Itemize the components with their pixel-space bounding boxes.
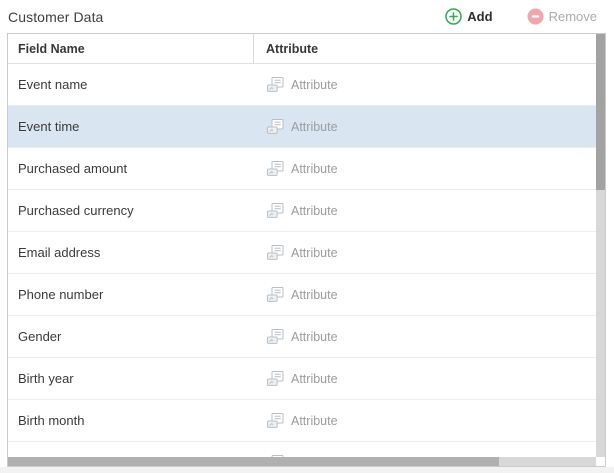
attribute-cards-icon bbox=[267, 77, 284, 92]
field-name-label: Event time bbox=[18, 119, 79, 134]
attribute-label: Attribute bbox=[291, 78, 338, 92]
field-name-cell: Phone number bbox=[8, 287, 254, 302]
page-bottom-strip bbox=[0, 467, 614, 473]
column-header-attribute: Attribute bbox=[254, 42, 318, 56]
field-name-label: Gender bbox=[18, 329, 61, 344]
field-name-label: Event name bbox=[18, 77, 87, 92]
attribute-cell: Attribute bbox=[254, 203, 338, 218]
horizontal-scrollbar[interactable] bbox=[8, 457, 598, 466]
attribute-cards-icon bbox=[267, 119, 284, 134]
field-name-cell: Purchased currency bbox=[8, 203, 254, 218]
table-row[interactable]: Birth month Attribute bbox=[8, 400, 596, 442]
field-name-cell: Event name bbox=[8, 77, 254, 92]
remove-button[interactable]: Remove bbox=[527, 8, 597, 25]
table-row[interactable]: Purchased currency Attribute bbox=[8, 190, 596, 232]
vertical-scrollbar[interactable] bbox=[596, 34, 605, 457]
field-name-label: Birth year bbox=[18, 371, 74, 386]
field-name-cell: Birth month bbox=[8, 413, 254, 428]
attribute-cards-icon bbox=[267, 287, 284, 302]
field-name-label: Birth month bbox=[18, 413, 84, 428]
minus-circle-icon bbox=[527, 8, 544, 25]
attribute-cell: Attribute bbox=[254, 413, 338, 428]
table-row[interactable]: Event name Attribute bbox=[8, 64, 596, 106]
attribute-cell: Attribute bbox=[254, 371, 338, 386]
attribute-cell: Attribute bbox=[254, 161, 338, 176]
table-row[interactable]: Birth day Attribute bbox=[8, 442, 596, 457]
toolbar: Customer Data Add Remove bbox=[0, 0, 614, 33]
attribute-cards-icon bbox=[267, 329, 284, 344]
attribute-cell: Attribute bbox=[254, 329, 338, 344]
attribute-label: Attribute bbox=[291, 288, 338, 302]
remove-button-label: Remove bbox=[549, 9, 597, 24]
attribute-cards-icon bbox=[267, 203, 284, 218]
attribute-cell: Attribute bbox=[254, 77, 338, 92]
field-name-label: Email address bbox=[18, 245, 100, 260]
field-name-cell: Gender bbox=[8, 329, 254, 344]
add-button-label: Add bbox=[467, 9, 492, 24]
table-row[interactable]: Phone number Attribute bbox=[8, 274, 596, 316]
table-row[interactable]: Email address Attribute bbox=[8, 232, 596, 274]
field-name-label: Purchased amount bbox=[18, 161, 127, 176]
customer-data-table: Field Name Attribute Event name Attribut… bbox=[7, 33, 606, 467]
vertical-scrollbar-thumb[interactable] bbox=[596, 34, 605, 190]
attribute-label: Attribute bbox=[291, 162, 338, 176]
attribute-cell: Attribute bbox=[254, 287, 338, 302]
attribute-cards-icon bbox=[267, 161, 284, 176]
page-title: Customer Data bbox=[8, 9, 103, 25]
attribute-cell: Attribute bbox=[254, 245, 338, 260]
attribute-cell: Attribute bbox=[254, 119, 338, 134]
attribute-label: Attribute bbox=[291, 204, 338, 218]
field-name-cell: Birth year bbox=[8, 371, 254, 386]
table-row[interactable]: Purchased amount Attribute bbox=[8, 148, 596, 190]
attribute-label: Attribute bbox=[291, 330, 338, 344]
field-name-cell: Event time bbox=[8, 119, 254, 134]
attribute-label: Attribute bbox=[291, 120, 338, 134]
table-row[interactable]: Gender Attribute bbox=[8, 316, 596, 358]
field-name-cell: Email address bbox=[8, 245, 254, 260]
field-name-cell: Purchased amount bbox=[8, 161, 254, 176]
add-button[interactable]: Add bbox=[445, 8, 492, 25]
toolbar-actions: Add Remove bbox=[445, 0, 597, 33]
field-name-label: Phone number bbox=[18, 287, 103, 302]
attribute-cards-icon bbox=[267, 371, 284, 386]
attribute-label: Attribute bbox=[291, 246, 338, 260]
attribute-cards-icon bbox=[267, 413, 284, 428]
horizontal-scrollbar-thumb[interactable] bbox=[8, 457, 499, 466]
scrollbar-corner bbox=[596, 457, 605, 466]
table-header-row: Field Name Attribute bbox=[8, 34, 596, 64]
attribute-label: Attribute bbox=[291, 414, 338, 428]
attribute-label: Attribute bbox=[291, 372, 338, 386]
table-row[interactable]: Event time Attribute bbox=[8, 106, 596, 148]
table-row[interactable]: Birth year Attribute bbox=[8, 358, 596, 400]
table-body: Event name Attribute Event time bbox=[8, 64, 596, 457]
field-name-label: Purchased currency bbox=[18, 203, 134, 218]
attribute-cards-icon bbox=[267, 245, 284, 260]
column-header-field-name: Field Name bbox=[8, 34, 254, 64]
plus-circle-icon bbox=[445, 8, 462, 25]
